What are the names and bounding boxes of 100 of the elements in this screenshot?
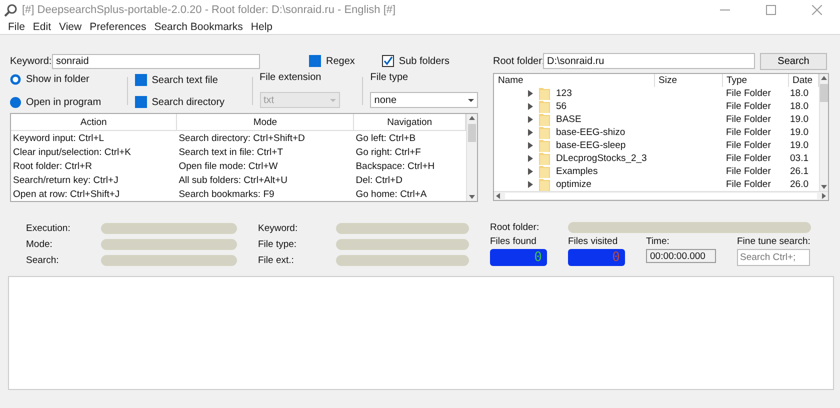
folder-icon — [539, 139, 550, 152]
table-cell-text: Del: Ctrl+D — [354, 174, 404, 187]
table-cell: Keyword input: Ctrl+L — [11, 130, 177, 145]
checkbox[interactable] — [309, 55, 321, 67]
file-name[interactable]: 123 — [556, 88, 572, 100]
table-cell: File Folder — [722, 87, 788, 100]
table-cell-text: Search text in file: Ctrl+T — [178, 146, 284, 159]
dropdown[interactable]: none — [370, 92, 478, 108]
status-label: File type: — [258, 238, 298, 250]
status-label: Root folder: — [490, 222, 540, 233]
status-label: Execution: — [26, 222, 72, 234]
time-label: Time: — [646, 236, 670, 247]
app-icon — [4, 3, 18, 17]
table-cell: 18.0 — [788, 87, 818, 100]
folder-icon — [539, 152, 550, 165]
column-header[interactable]: Date — [788, 74, 818, 87]
scrollbar[interactable] — [494, 191, 828, 200]
folder-icon — [539, 165, 550, 178]
column-header[interactable]: Size — [654, 74, 722, 87]
table-cell-text: 26.1 — [789, 165, 810, 178]
radio-button[interactable] — [10, 74, 21, 85]
table-cell-text: File Folder — [725, 178, 772, 191]
file-name[interactable]: base-EEG-shizo — [556, 126, 626, 138]
table-cell-text: Search/return key: Ctrl+J — [12, 174, 120, 187]
checkbox[interactable] — [134, 74, 147, 86]
scroll-down-icon[interactable] — [468, 193, 476, 201]
scroll-thumb[interactable] — [468, 124, 476, 142]
menu-item[interactable]: Search Bookmarks — [150, 21, 247, 33]
scroll-up-icon[interactable] — [820, 74, 828, 82]
folder-icon — [539, 113, 550, 126]
files-found-count: 0 — [534, 250, 542, 265]
scroll-thumb[interactable] — [820, 84, 828, 102]
root-folder-field[interactable]: D:\sonraid.ru — [543, 53, 755, 69]
radio-label: Show in folder — [26, 74, 90, 85]
menu-item[interactable]: View — [55, 21, 86, 33]
file-name[interactable]: 56 — [556, 100, 567, 112]
menu-item[interactable]: Preferences — [86, 21, 150, 33]
folder-icon — [539, 100, 550, 113]
fine-tune-search-field[interactable]: Search Ctrl+; — [737, 249, 810, 266]
radio-button[interactable] — [10, 97, 21, 108]
checkbox-label: Sub folders — [398, 56, 450, 66]
column-header[interactable]: Name — [494, 74, 654, 87]
menu-item[interactable]: Help — [246, 21, 277, 33]
root-folder-label: Root folder: — [493, 56, 543, 66]
table-cell-text: Go right: Ctrl+F — [354, 146, 422, 159]
table-cell-text: File Folder — [725, 113, 772, 126]
file-name[interactable]: DLecprogStocks_2_3 — [556, 152, 647, 164]
status-label: File ext.: — [258, 254, 295, 266]
file-name[interactable]: base-EEG-sleep — [556, 140, 626, 152]
checkbox-label: Regex — [326, 56, 355, 66]
table-cell-text: 19.0 — [789, 139, 810, 152]
table-cell-text: Go home: Ctrl+A — [354, 188, 428, 201]
scrollbar[interactable] — [818, 74, 828, 191]
close-icon[interactable] — [812, 5, 822, 15]
table-cell-text: File Folder — [725, 152, 772, 165]
folder-icon — [539, 178, 550, 191]
file-name[interactable]: Examples — [556, 166, 598, 178]
table-cell-text: All sub folders: Ctrl+Alt+U — [178, 174, 288, 187]
column-header[interactable]: Type — [722, 74, 788, 87]
column-header[interactable]: Action — [11, 114, 177, 130]
table-cell-text: 19.0 — [789, 113, 810, 126]
file-name[interactable]: optimize — [556, 178, 592, 190]
table-cell-text: Backspace: Ctrl+H — [354, 160, 436, 173]
files-visited-label: Files visited — [568, 236, 619, 247]
search-button[interactable]: Search — [760, 52, 827, 70]
column-header[interactable]: Mode — [176, 114, 354, 130]
keyword-field[interactable]: sonraid — [52, 54, 260, 68]
menu-item[interactable]: Edit — [28, 21, 56, 33]
column-header[interactable]: Navigation — [354, 114, 466, 130]
checkbox-label: Search directory — [152, 96, 225, 108]
table-cell-text: 03.1 — [789, 152, 810, 165]
files-found-label: Files found — [490, 236, 538, 247]
table-cell-text: Root folder: Ctrl+R — [12, 160, 93, 173]
file-name[interactable]: BASE — [556, 114, 582, 126]
scroll-up-icon[interactable] — [468, 114, 476, 122]
table-cell-text: File Folder — [725, 165, 772, 178]
table-cell-text: Search bookmarks: F9 — [178, 188, 276, 201]
table-cell-text: Clear input/selection: Ctrl+K — [12, 146, 132, 159]
table-cell-text: Open file mode: Ctrl+W — [178, 160, 279, 173]
maximize-icon[interactable] — [766, 5, 776, 15]
status-label: Keyword: — [258, 222, 299, 234]
file-type-label: File type — [370, 72, 410, 83]
files-visited-count: 0 — [612, 250, 620, 265]
keyword-label: Keyword: — [10, 56, 52, 66]
table-cell-text: File Folder — [725, 126, 772, 139]
scrollbar[interactable] — [466, 114, 477, 201]
checkbox-checked[interactable] — [382, 55, 394, 67]
checkbox[interactable] — [134, 96, 147, 108]
scroll-left-icon[interactable] — [494, 192, 502, 200]
file-extension-label: File extension — [260, 72, 322, 83]
folder-icon — [539, 87, 550, 100]
fine-tune-label: Fine tune search: — [737, 236, 810, 247]
menu-item[interactable]: File — [4, 21, 29, 33]
table-cell-text: File Folder — [725, 100, 772, 113]
table-cell-text: Open at row: Ctrl+Shift+J — [12, 188, 121, 201]
status-label: Search: — [26, 254, 60, 266]
status-label: Mode: — [26, 238, 54, 250]
radio-label: Open in program — [26, 97, 102, 108]
time-field: 00:00:00.000 — [646, 249, 716, 263]
table-cell-text: 19.0 — [789, 126, 810, 139]
